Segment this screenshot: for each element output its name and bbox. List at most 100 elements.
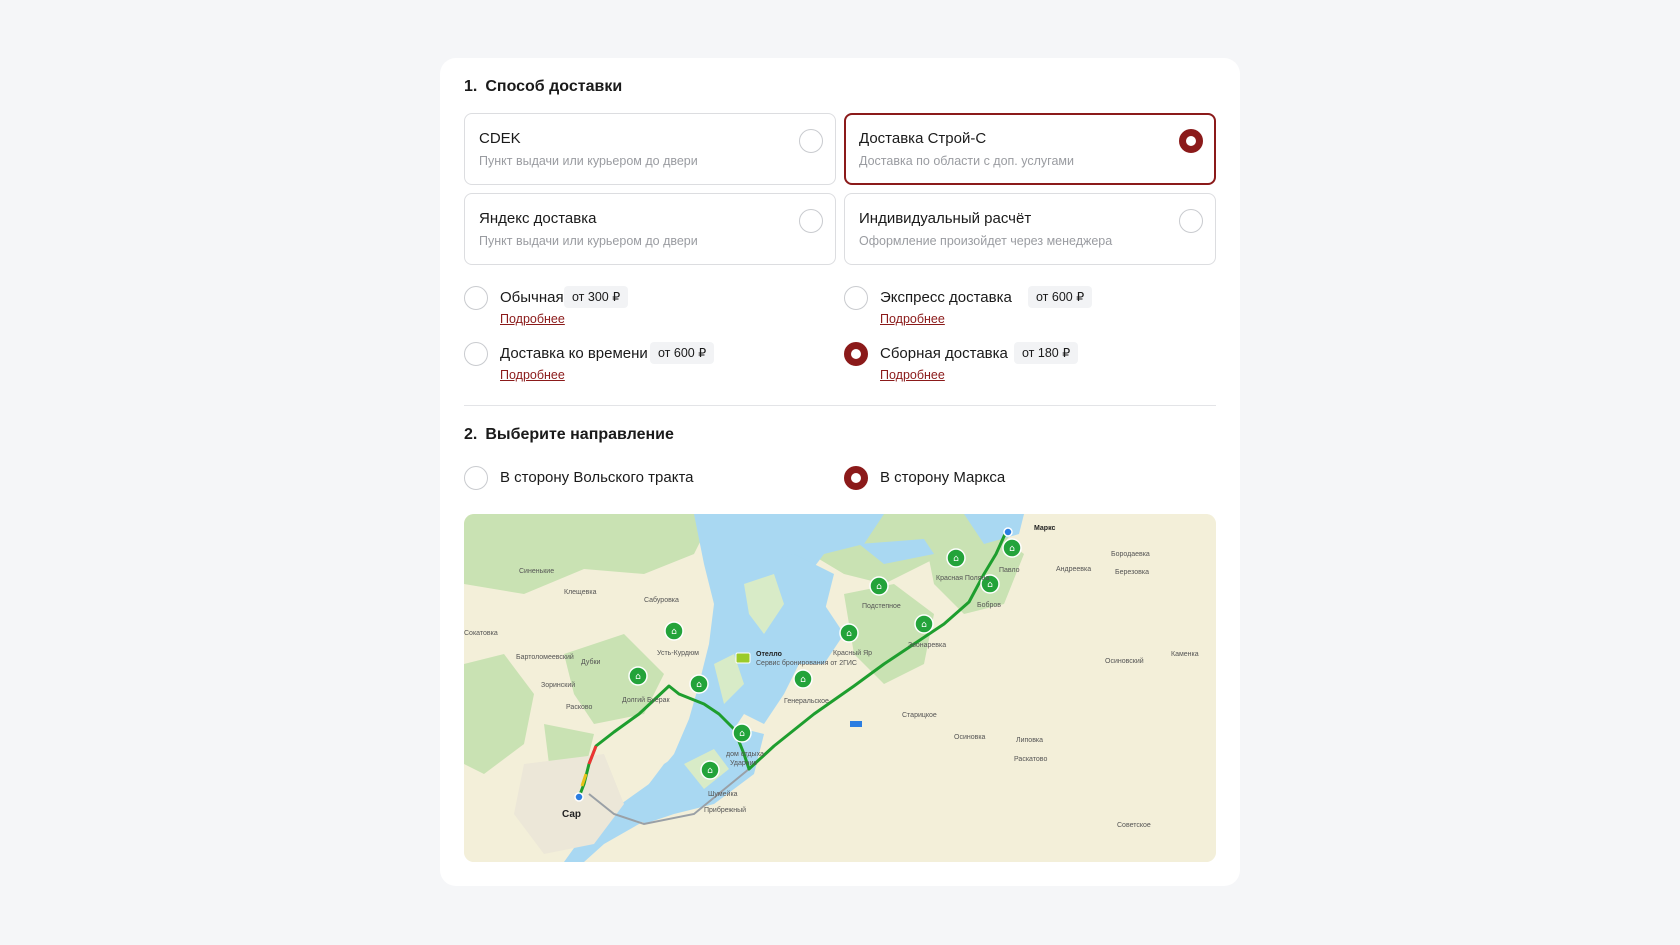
delivery-type-price: от 180 ₽ [1014, 342, 1079, 364]
map-label: Расково [566, 704, 593, 711]
map-label: Старицкое [902, 712, 937, 719]
delivery-type-name: Обычная [500, 289, 564, 306]
map-label: Осиновский [1105, 657, 1144, 665]
delivery-type-name: Экспресс доставка [880, 289, 1012, 306]
route-start-point[interactable] [574, 792, 584, 802]
delivery-type-combined[interactable]: Сборная доставка от 180 ₽ Подробнее [844, 342, 1214, 390]
map-label: Советское [1117, 822, 1151, 829]
map-label: дом отдыха [726, 751, 764, 758]
provider-cdek[interactable]: CDEK Пункт выдачи или курьером до двери [464, 113, 836, 185]
provider-subtitle: Пункт выдачи или курьером до двери [479, 234, 698, 248]
map-label: Долгий Буерак [622, 696, 671, 704]
svg-text:⌂: ⌂ [876, 582, 882, 592]
section-title-text: Способ доставки [485, 78, 623, 95]
map-marker-icon[interactable]: ⌂ [914, 614, 934, 634]
svg-text:⌂: ⌂ [671, 627, 677, 637]
provider-radio[interactable] [1179, 129, 1203, 153]
map-label: Шумейка [708, 790, 738, 798]
svg-text:⌂: ⌂ [921, 620, 927, 630]
map-marker-icon[interactable]: ⌂ [793, 669, 813, 689]
map-marker-icon[interactable]: ⌂ [664, 621, 684, 641]
provider-title: Доставка Строй-С [859, 130, 987, 147]
details-link[interactable]: Подробнее [500, 312, 565, 326]
map-marker-icon[interactable]: ⌂ [628, 666, 648, 686]
svg-text:⌂: ⌂ [800, 675, 806, 685]
map-label: Осиновка [954, 734, 986, 741]
map-label: Каменка [1171, 651, 1199, 658]
provider-radio[interactable] [799, 129, 823, 153]
map-marker-icon[interactable]: ⌂ [839, 623, 859, 643]
details-link[interactable]: Подробнее [500, 368, 565, 382]
map-label: Дубки [581, 658, 601, 666]
map-label: Сервис бронирования от 2ГИС [756, 659, 857, 667]
provider-radio[interactable] [1179, 209, 1203, 233]
map-label: Сабуровка [644, 596, 679, 604]
provider-title: CDEK [479, 130, 521, 147]
map-label: Ударник [730, 760, 758, 767]
section-title-text: Выберите направление [485, 426, 674, 443]
route-end-point[interactable] [1003, 527, 1013, 537]
direction-volsky[interactable]: В сторону Вольского тракта [464, 466, 764, 490]
map-label: Звонаревка [908, 642, 946, 649]
map-label: Липовка [1016, 737, 1043, 744]
delivery-type-price: от 600 ₽ [650, 342, 715, 364]
map-label: Генеральское [784, 698, 829, 705]
svg-text:⌂: ⌂ [707, 766, 713, 776]
map-label: Раскатово [1014, 756, 1047, 763]
delivery-type-radio[interactable] [464, 286, 488, 310]
svg-text:⌂: ⌂ [635, 672, 641, 682]
map-label: Подстепное [862, 603, 901, 610]
map-marker-icon[interactable]: ⌂ [869, 576, 889, 596]
hotel-marker-icon[interactable] [735, 652, 751, 664]
section-direction-title: 2. Выберите направление [464, 426, 674, 444]
provider-radio[interactable] [799, 209, 823, 233]
direction-radio[interactable] [464, 466, 488, 490]
section-delivery-method-title: 1. Способ доставки [464, 78, 622, 96]
section-divider [464, 405, 1216, 406]
details-link[interactable]: Подробнее [880, 368, 945, 382]
provider-subtitle: Доставка по области с доп. услугами [859, 154, 1074, 168]
road-sign-icon [850, 721, 862, 727]
map-label: Бартоломеевский [516, 653, 574, 661]
delivery-type-express[interactable]: Экспресс доставка от 600 ₽ Подробнее [844, 286, 1214, 334]
provider-stroy-s[interactable]: Доставка Строй-С Доставка по области с д… [844, 113, 1216, 185]
delivery-type-radio[interactable] [844, 286, 868, 310]
map-label: Прибрежный [704, 806, 746, 814]
map-label: Сокатовка [464, 630, 498, 637]
map-label: Отелло [756, 651, 782, 658]
delivery-type-on-time[interactable]: Доставка ко времени от 600 ₽ Подробнее [464, 342, 834, 390]
map-label: Красная Поляна [936, 575, 989, 582]
delivery-type-name: Доставка ко времени [500, 345, 648, 362]
map-marker-icon[interactable]: ⌂ [1002, 538, 1022, 558]
map-label: Синенькие [519, 568, 554, 575]
map-canvas: ⌂ ⌂ ⌂ ⌂ ⌂ ⌂ ⌂ ⌂ ⌂ ⌂ ⌂ ⌂ Маркс Бородаевка… [464, 514, 1216, 862]
map-marker-icon[interactable]: ⌂ [946, 548, 966, 568]
svg-text:⌂: ⌂ [846, 629, 852, 639]
map-label: Красный Яр [833, 649, 872, 657]
map-label: Усть-Курдюм [657, 650, 699, 657]
delivery-type-price: от 600 ₽ [1028, 286, 1093, 308]
section-number: 1. [464, 78, 478, 95]
delivery-type-regular[interactable]: Обычная от 300 ₽ Подробнее [464, 286, 834, 334]
map-label: Клещевка [564, 589, 597, 596]
delivery-type-radio[interactable] [844, 342, 868, 366]
map-label: Бобров [977, 601, 1001, 609]
provider-yandex[interactable]: Яндекс доставка Пункт выдачи или курьеро… [464, 193, 836, 265]
provider-subtitle: Оформление произойдет через менеджера [859, 234, 1113, 248]
map-marker-icon[interactable]: ⌂ [732, 723, 752, 743]
map-label: Андреевка [1056, 566, 1091, 573]
route-map[interactable]: ⌂ ⌂ ⌂ ⌂ ⌂ ⌂ ⌂ ⌂ ⌂ ⌂ ⌂ ⌂ Маркс Бородаевка… [464, 514, 1216, 862]
map-label: Березовка [1115, 569, 1149, 576]
provider-title: Индивидуальный расчёт [859, 210, 1032, 227]
map-marker-icon[interactable]: ⌂ [700, 760, 720, 780]
section-number: 2. [464, 426, 478, 443]
direction-radio[interactable] [844, 466, 868, 490]
direction-name: В сторону Маркса [880, 469, 1006, 486]
map-marker-icon[interactable]: ⌂ [689, 674, 709, 694]
direction-marks[interactable]: В сторону Маркса [844, 466, 1144, 490]
details-link[interactable]: Подробнее [880, 312, 945, 326]
provider-individual[interactable]: Индивидуальный расчёт Оформление произой… [844, 193, 1216, 265]
svg-text:⌂: ⌂ [1009, 544, 1015, 554]
delivery-type-price: от 300 ₽ [564, 286, 629, 308]
delivery-type-radio[interactable] [464, 342, 488, 366]
